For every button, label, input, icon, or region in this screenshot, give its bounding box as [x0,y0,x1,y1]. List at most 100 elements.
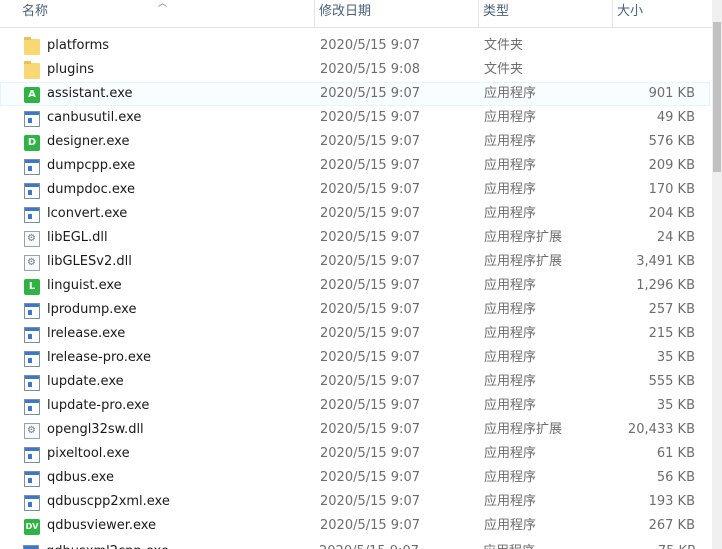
exe-icon [24,471,40,487]
folder-icon [24,37,40,55]
assistant-app-icon: A [24,87,40,103]
exe-icon [24,303,40,319]
designer-app-icon: D [24,135,40,151]
file-name: lrelease.exe [47,326,126,341]
file-name: assistant.exe [47,86,133,101]
file-row[interactable]: lconvert.exe 2020/5/15 9:07 应用程序 204 KB [0,202,710,226]
file-date: 2020/5/15 9:07 [320,470,420,485]
dll-icon [24,423,40,439]
file-size: 56 KB [656,470,695,485]
file-row[interactable]: lupdate.exe 2020/5/15 9:07 应用程序 555 KB [0,370,710,394]
file-name: linguist.exe [47,278,122,293]
file-name: lrelease-pro.exe [47,350,151,365]
file-size: 267 KB [648,518,695,533]
exe-icon [24,159,40,175]
file-name: dumpdoc.exe [47,182,135,197]
file-name: opengl32sw.dll [47,422,144,437]
file-type: 应用程序 [484,110,537,125]
file-row[interactable]: lrelease-pro.exe 2020/5/15 9:07 应用程序 35 KB [0,346,710,370]
file-date: 2020/5/15 9:07 [320,494,420,509]
file-name: qdbus.exe [47,470,114,485]
file-date: 2020/5/15 9:07 [320,182,420,197]
file-type: 应用程序 [484,446,537,461]
file-row[interactable]: Aassistant.exe 2020/5/15 9:07 应用程序 901 KB [0,82,710,106]
file-size: 576 KB [648,134,695,149]
file-name: qdbuscpp2xml.exe [47,494,170,509]
file-type: 应用程序 [484,206,537,221]
file-type: 应用程序 [484,494,537,509]
qdbusviewer-app-icon: DV [24,519,40,535]
file-size: 75 KB [658,541,696,549]
exe-icon [24,327,40,343]
column-header-size[interactable]: 大小 [612,0,708,27]
file-row[interactable]: lupdate-pro.exe 2020/5/15 9:07 应用程序 35 KB [0,394,710,418]
file-size: 257 KB [648,302,695,317]
file-row[interactable]: dumpcpp.exe 2020/5/15 9:07 应用程序 209 KB [0,154,710,178]
file-date: 2020/5/15 9:07 [320,230,420,245]
file-date: 2020/5/15 9:07 [320,518,420,533]
file-type: 应用程序 [484,182,537,197]
folder-icon [24,61,40,79]
file-date: 2020/5/15 9:07 [320,38,420,53]
file-row-partial[interactable]: qdbusxml2cpp.exe 2020/5/15 9:07 应用程序 75 … [0,541,710,549]
file-name: lconvert.exe [47,206,128,221]
file-name: canbusutil.exe [47,110,142,125]
file-size: 555 KB [648,374,695,389]
file-row[interactable]: qdbuscpp2xml.exe 2020/5/15 9:07 应用程序 193 KB [0,490,710,514]
file-size: 35 KB [656,398,695,413]
file-size: 61 KB [656,446,695,461]
file-size: 204 KB [648,206,695,221]
dll-icon [24,231,40,247]
file-type: 应用程序 [483,541,535,549]
file-type: 应用程序 [484,398,537,413]
file-type: 应用程序 [484,374,537,389]
file-size: 170 KB [648,182,695,197]
file-row[interactable]: lprodump.exe 2020/5/15 9:07 应用程序 257 KB [0,298,710,322]
file-row[interactable]: lrelease.exe 2020/5/15 9:07 应用程序 215 KB [0,322,710,346]
file-row[interactable]: platforms 2020/5/15 9:07 文件夹 [0,34,710,58]
file-name: dumpcpp.exe [47,158,136,173]
file-date: 2020/5/15 9:07 [319,541,419,549]
file-type: 文件夹 [484,62,524,77]
file-type: 应用程序扩展 [484,230,563,245]
file-row[interactable]: Llinguist.exe 2020/5/15 9:07 应用程序 1,296 KB [0,274,710,298]
exe-icon [24,207,40,223]
file-type: 应用程序扩展 [484,254,563,269]
file-row[interactable]: opengl32sw.dll 2020/5/15 9:07 应用程序扩展 20,433… [0,418,710,442]
file-row[interactable]: dumpdoc.exe 2020/5/15 9:07 应用程序 170 KB [0,178,710,202]
file-date: 2020/5/15 9:07 [320,134,420,149]
exe-icon [24,111,40,127]
file-date: 2020/5/15 9:07 [320,326,420,341]
column-header-type[interactable]: 类型 [478,0,612,27]
file-row[interactable]: pixeltool.exe 2020/5/15 9:07 应用程序 61 KB [0,442,710,466]
file-name: lupdate.exe [47,374,124,389]
file-row[interactable]: plugins 2020/5/15 9:08 文件夹 [0,58,710,82]
file-type: 应用程序 [484,350,537,365]
file-type: 应用程序 [484,278,537,293]
file-size: 24 KB [656,230,695,245]
file-size: 209 KB [648,158,695,173]
file-name: designer.exe [47,134,130,149]
linguist-app-icon: L [24,279,40,295]
file-name: libEGL.dll [47,230,108,245]
file-row[interactable]: libEGL.dll 2020/5/15 9:07 应用程序扩展 24 KB [0,226,710,250]
column-header-date[interactable]: 修改日期 [314,0,477,27]
file-row[interactable]: Ddesigner.exe 2020/5/15 9:07 应用程序 576 KB [0,130,710,154]
file-name: libGLESv2.dll [47,254,132,269]
file-date: 2020/5/15 9:08 [320,62,420,77]
scrollbar-thumb[interactable] [713,22,721,172]
exe-icon [24,447,40,463]
file-row[interactable]: canbusutil.exe 2020/5/15 9:07 应用程序 49 KB [0,106,710,130]
file-type: 应用程序 [484,326,537,341]
exe-icon [24,495,40,511]
column-header-name[interactable]: 名称 [18,0,310,27]
file-type: 应用程序扩展 [484,422,563,437]
column-header-bar: ︿ 名称 修改日期 类型 大小 [0,0,722,28]
file-row[interactable]: libGLESv2.dll 2020/5/15 9:07 应用程序扩展 3,491 K… [0,250,710,274]
file-name: platforms [47,38,110,53]
file-row[interactable]: DV qdbusviewer.exe 2020/5/15 9:07 应用程序 267 K… [0,514,710,538]
exe-icon [24,399,40,415]
file-date: 2020/5/15 9:07 [320,110,420,125]
file-size: 20,433 KB [627,422,695,437]
file-row[interactable]: qdbus.exe 2020/5/15 9:07 应用程序 56 KB [0,466,710,490]
